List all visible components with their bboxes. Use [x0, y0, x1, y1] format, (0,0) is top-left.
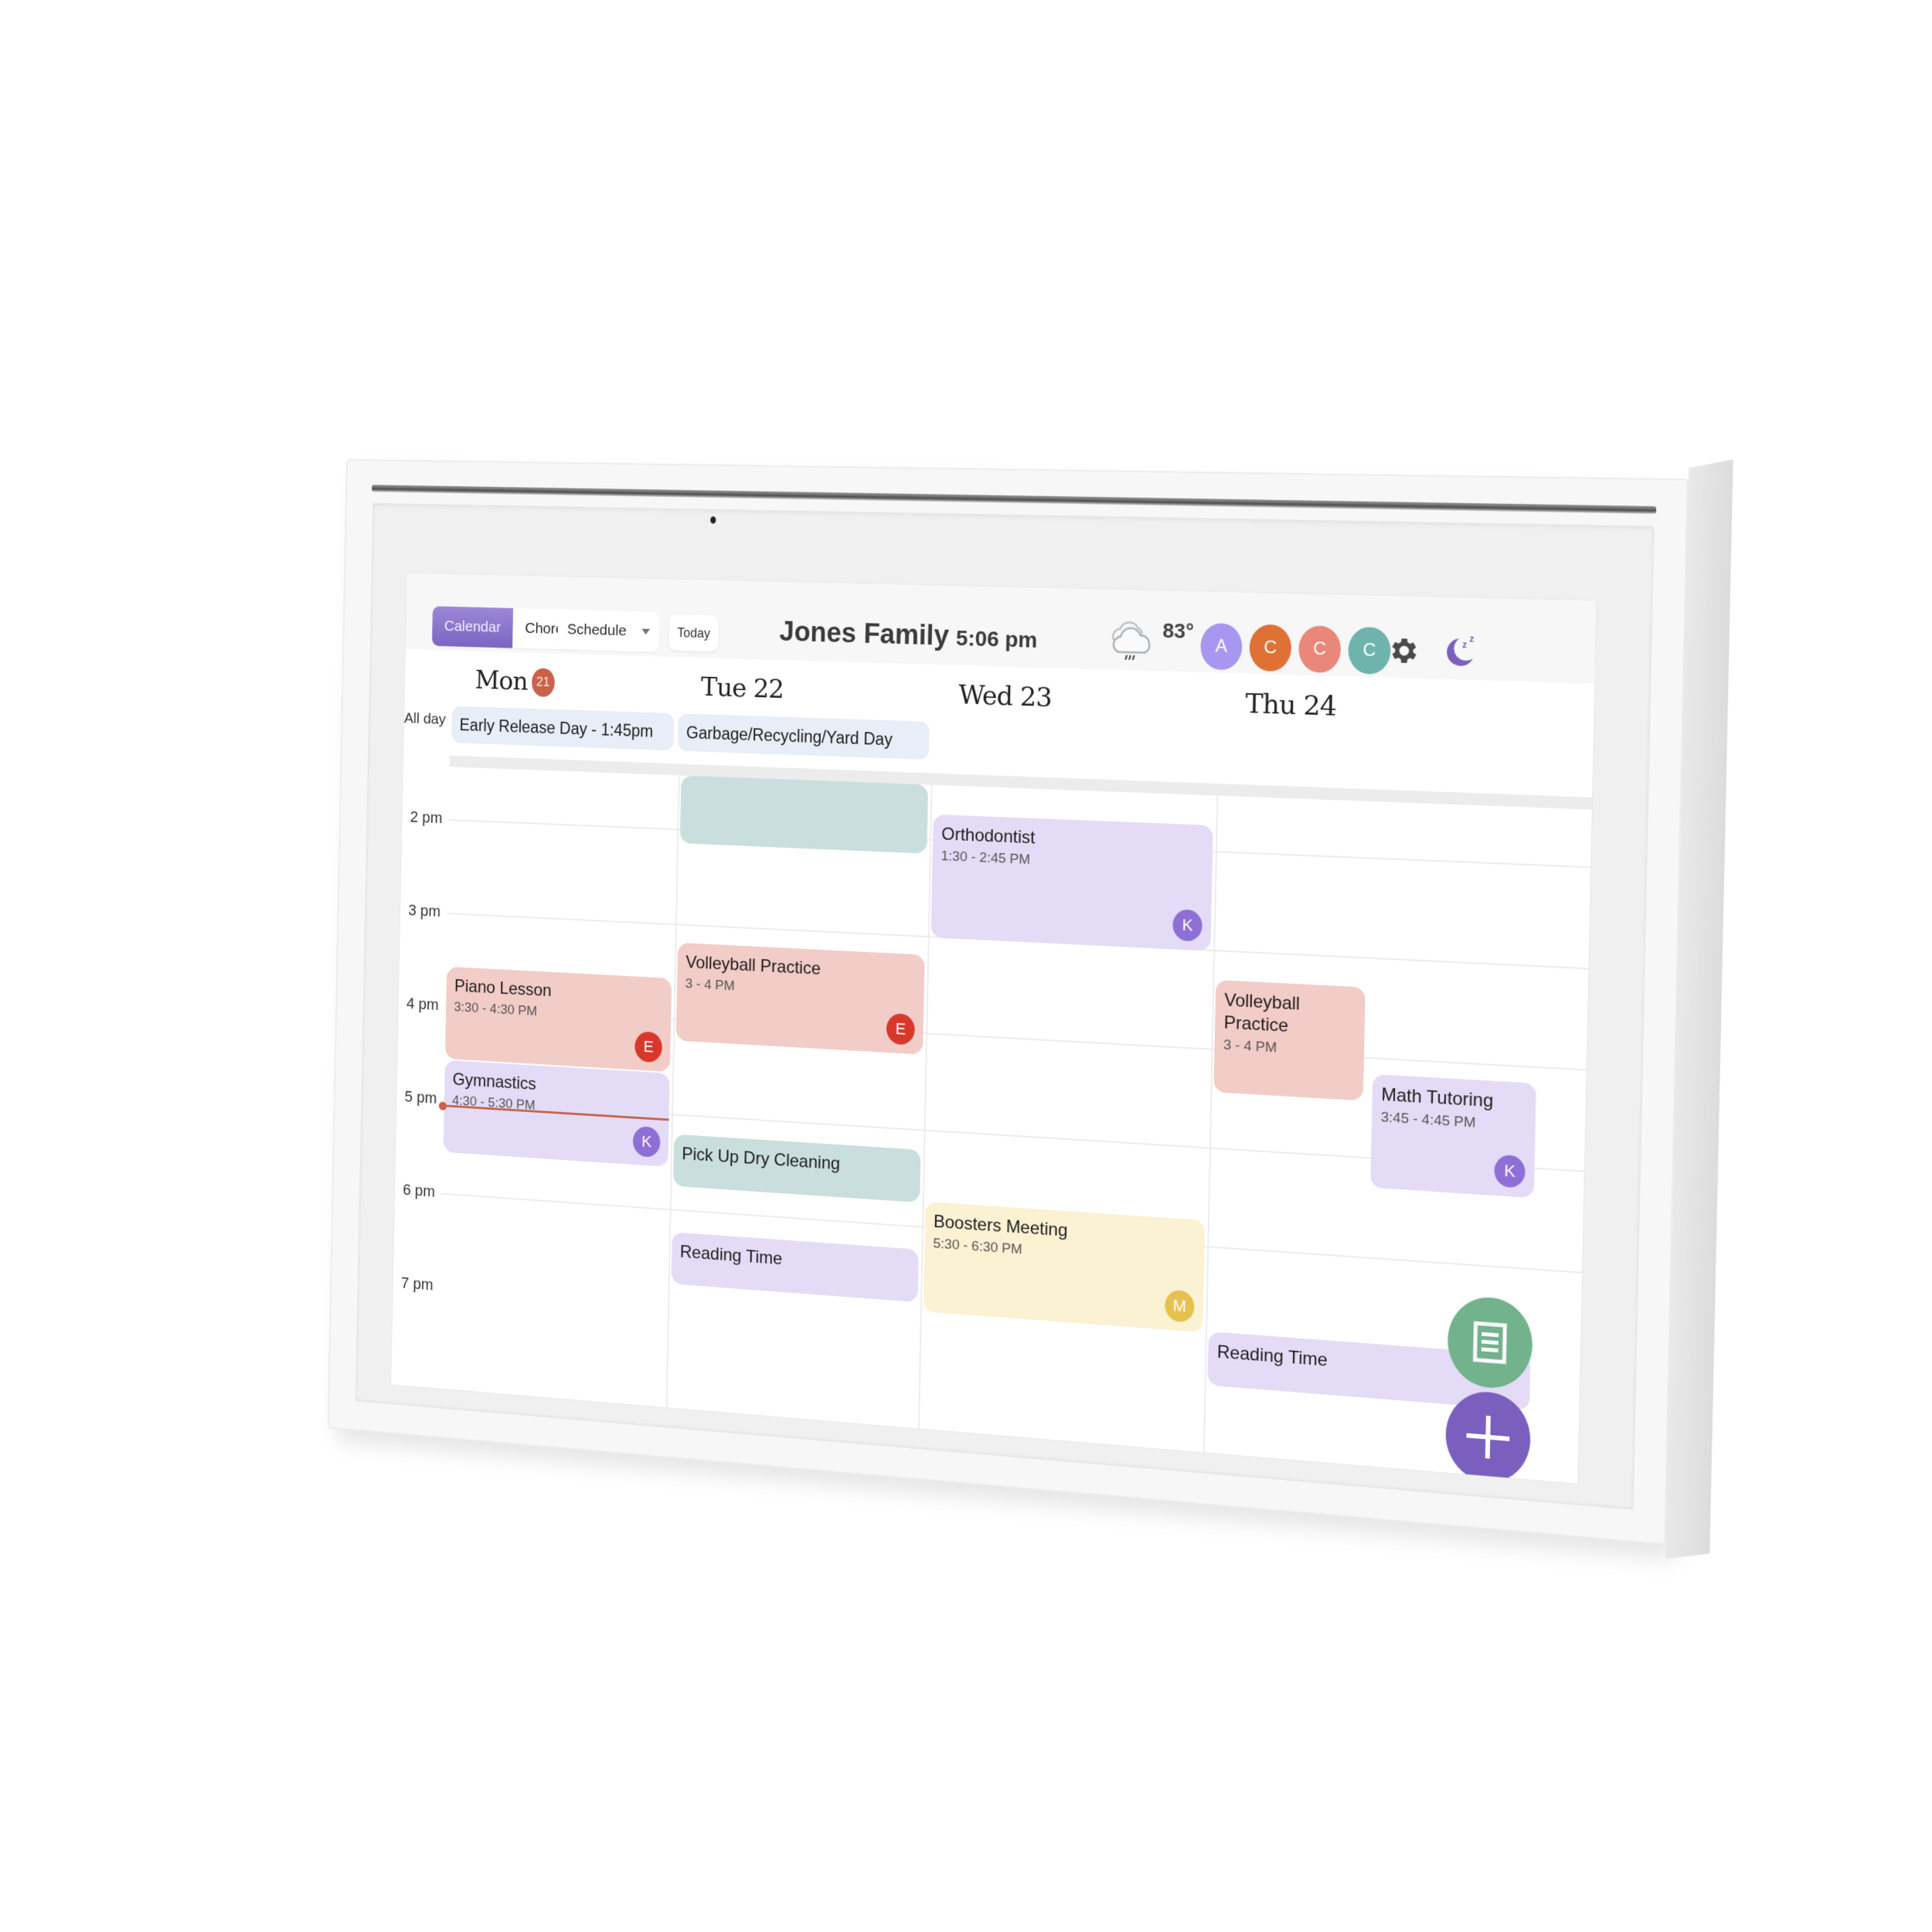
- event-title: Reading Time: [679, 1242, 783, 1269]
- avatar-initial: C: [1313, 638, 1327, 660]
- event-avatar: K: [632, 1125, 661, 1158]
- hour-label: 6 pm: [403, 1180, 436, 1201]
- rain-cloud-icon[interactable]: [1107, 617, 1158, 665]
- temperature: 83°: [1162, 618, 1195, 643]
- notes-icon: [1471, 1320, 1510, 1366]
- plus-icon: [1466, 1415, 1510, 1459]
- all-day-label: All day: [403, 709, 447, 728]
- svg-text:z: z: [1462, 639, 1467, 650]
- today-badge: 21: [531, 667, 555, 697]
- profile-avatar[interactable]: C: [1348, 626, 1392, 675]
- profile-avatar[interactable]: A: [1199, 622, 1243, 671]
- product-photo: Calendar Chores Schedule Today Jones Fam…: [0, 0, 1932, 1932]
- event-card[interactable]: [679, 775, 929, 854]
- event-avatar: E: [886, 1012, 916, 1046]
- column-divider: [917, 784, 933, 1429]
- event-card[interactable]: Boosters Meeting 5:30 - 6:30 PM M: [923, 1201, 1206, 1333]
- page-title: Jones Family 5:06 pm: [779, 617, 1038, 655]
- hour-label: 4 pm: [406, 994, 439, 1014]
- tab-calendar[interactable]: Calendar: [431, 606, 514, 648]
- day-header-tue[interactable]: Tue 22: [701, 672, 784, 705]
- family-name: Jones Family: [779, 616, 950, 652]
- moon-sleep-icon[interactable]: z z: [1440, 629, 1480, 672]
- event-card[interactable]: Orthodontist 1:30 - 2:45 PM K: [930, 814, 1213, 951]
- event-card[interactable]: Math Tutoring 3:45 - 4:45 PM K: [1370, 1073, 1536, 1199]
- calendar-screen: Calendar Chores Schedule Today Jones Fam…: [391, 573, 1597, 1484]
- today-button[interactable]: Today: [668, 614, 719, 652]
- display-frame: Calendar Chores Schedule Today Jones Fam…: [327, 458, 1733, 1560]
- all-day-event[interactable]: Early Release Day - 1:45pm: [451, 706, 675, 751]
- day-label: Mon: [474, 665, 529, 696]
- frame-side: [1665, 459, 1733, 1560]
- profile-avatar[interactable]: C: [1249, 624, 1292, 672]
- event-title: Volleyball Practice: [1223, 990, 1301, 1036]
- event-avatar: E: [634, 1031, 663, 1063]
- event-card[interactable]: Pick Up Dry Cleaning: [672, 1134, 921, 1203]
- svg-text:z: z: [1469, 634, 1474, 645]
- day-header-mon[interactable]: Mon 21: [474, 665, 555, 697]
- event-card[interactable]: Piano Lesson 3:30 - 4:30 PM E: [444, 966, 672, 1073]
- view-select[interactable]: Schedule: [557, 609, 660, 653]
- event-title: Pick Up Dry Cleaning: [682, 1144, 841, 1175]
- hour-label: 2 pm: [410, 808, 443, 827]
- event-avatar: M: [1164, 1289, 1195, 1323]
- hour-label: 7 pm: [400, 1274, 434, 1294]
- day-header-thu[interactable]: Thu 24: [1245, 689, 1337, 723]
- avatar-initial: A: [1215, 635, 1228, 657]
- day-header-wed[interactable]: Wed 23: [958, 680, 1052, 713]
- avatar-initial: C: [1264, 637, 1277, 658]
- view-select-value: Schedule: [566, 621, 627, 639]
- all-day-event[interactable]: Garbage/Recycling/Yard Day: [677, 713, 930, 760]
- hour-label: 5 pm: [404, 1087, 437, 1107]
- gear-icon[interactable]: [1386, 634, 1420, 668]
- hour-label: 3 pm: [408, 900, 441, 920]
- avatar-initial: C: [1362, 639, 1376, 661]
- caret-down-icon: [641, 628, 651, 635]
- event-avatar: K: [1172, 909, 1203, 942]
- event-card[interactable]: Volleyball Practice 3 - 4 PM: [1213, 979, 1366, 1101]
- time-grid: 2 pm 3 pm 4 pm 5 pm 6 pm 7 pm Orthodonti…: [391, 765, 1592, 1484]
- event-card[interactable]: Reading Time: [671, 1232, 919, 1303]
- event-card[interactable]: Volleyball Practice 3 - 4 PM E: [675, 942, 925, 1055]
- profile-avatar[interactable]: C: [1298, 625, 1342, 674]
- clock: 5:06 pm: [955, 626, 1038, 653]
- event-time: 3 - 4 PM: [1223, 1037, 1277, 1056]
- event-avatar: K: [1494, 1154, 1526, 1189]
